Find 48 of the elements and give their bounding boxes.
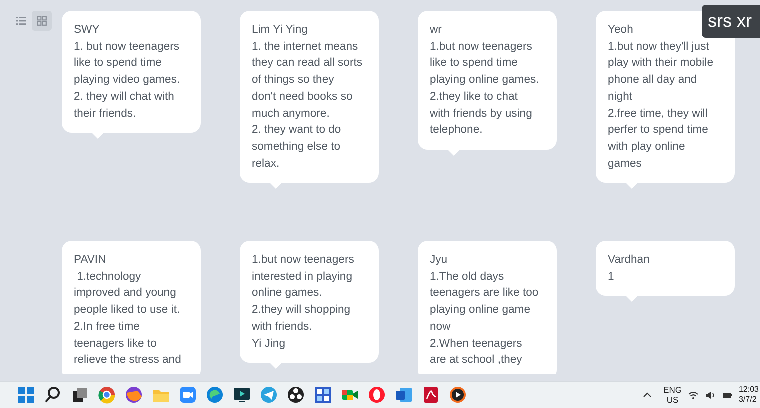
note-text: 1: [608, 270, 614, 285]
author-name: wr: [430, 23, 442, 38]
speaker-icon[interactable]: [704, 390, 716, 400]
pdf-icon: [421, 385, 441, 405]
time-text: 12:03: [738, 385, 759, 395]
play-icon: [448, 385, 468, 405]
grid-icon: [37, 16, 47, 26]
document-icon: [394, 385, 414, 405]
region-text: US: [666, 395, 679, 405]
note-text: 1. the internet means they can read all sorts of things so they don't need books so much anymore. 2. they want to do something else to relax.: [252, 40, 363, 172]
battery-icon[interactable]: [722, 390, 733, 400]
taskbar-button[interactable]: [232, 385, 252, 405]
clock[interactable]: 12:03 3/7/2: [738, 385, 759, 405]
note-text: 1.but now they'll just play with their mobile phone all day and night 2.free time, they will perfer to spend time with play online games: [608, 40, 714, 172]
taskbar-button[interactable]: [313, 385, 333, 405]
date-text: 3/7/2: [738, 395, 757, 405]
author-name: SWY: [74, 23, 100, 38]
language-indicator[interactable]: ENG US: [664, 385, 682, 405]
note-text: 1.but now teenagers like to spend time playing online games. 2.they like to chat with friends by using telephone.: [430, 40, 540, 138]
author-name: PAVIN: [74, 253, 106, 268]
note-card[interactable]: PAVIN 1.technology improved and young people liked to use it. 2.In free time teenagers like to relieve the stress and: [62, 241, 201, 374]
task-view-icon: [70, 385, 90, 405]
author-name: Lim Yi Ying: [252, 23, 308, 38]
taskbar-button[interactable]: [448, 385, 468, 405]
taskbar-button[interactable]: [286, 385, 306, 405]
caret-icon[interactable]: [642, 392, 652, 398]
monitor-icon: [232, 385, 252, 405]
note-text: 1.technology improved and young people liked to use it. 2.In free time teenagers like to relieve the stress and: [74, 270, 182, 368]
list-icon: [16, 16, 26, 26]
note-text: 1. but now teenagers like to spend time playing video games. 2. they will chat with their friends.: [74, 40, 180, 122]
wifi-icon[interactable]: [688, 390, 699, 400]
paper-plane-icon: [259, 385, 279, 405]
author-name: Yeoh: [608, 23, 634, 38]
author-name: Jyu: [430, 253, 448, 268]
browser-icon: [97, 385, 117, 405]
search-icon: [43, 385, 63, 405]
note-text: 1.The old days teenagers are like too playing online game now 2.When teenagers are at school ,they: [430, 270, 539, 368]
ring-browser-icon: [367, 385, 387, 405]
taskbar-button[interactable]: [43, 385, 63, 405]
note-card[interactable]: Jyu 1.The old days teenagers are like too playing online game now 2.When teenagers are at school ,they: [418, 241, 557, 374]
author-name: Vardhan: [608, 253, 650, 268]
start-icon: [16, 385, 36, 405]
dashboard-icon: [313, 385, 333, 405]
record-icon: [286, 385, 306, 405]
language-text: ENG: [664, 385, 682, 395]
note-text: 1.but now teenagers interested in playing online games. 2.they will shopping with friends. Yi Jing: [252, 253, 354, 352]
video-camera-icon: [178, 385, 198, 405]
taskbar-button[interactable]: [70, 385, 90, 405]
